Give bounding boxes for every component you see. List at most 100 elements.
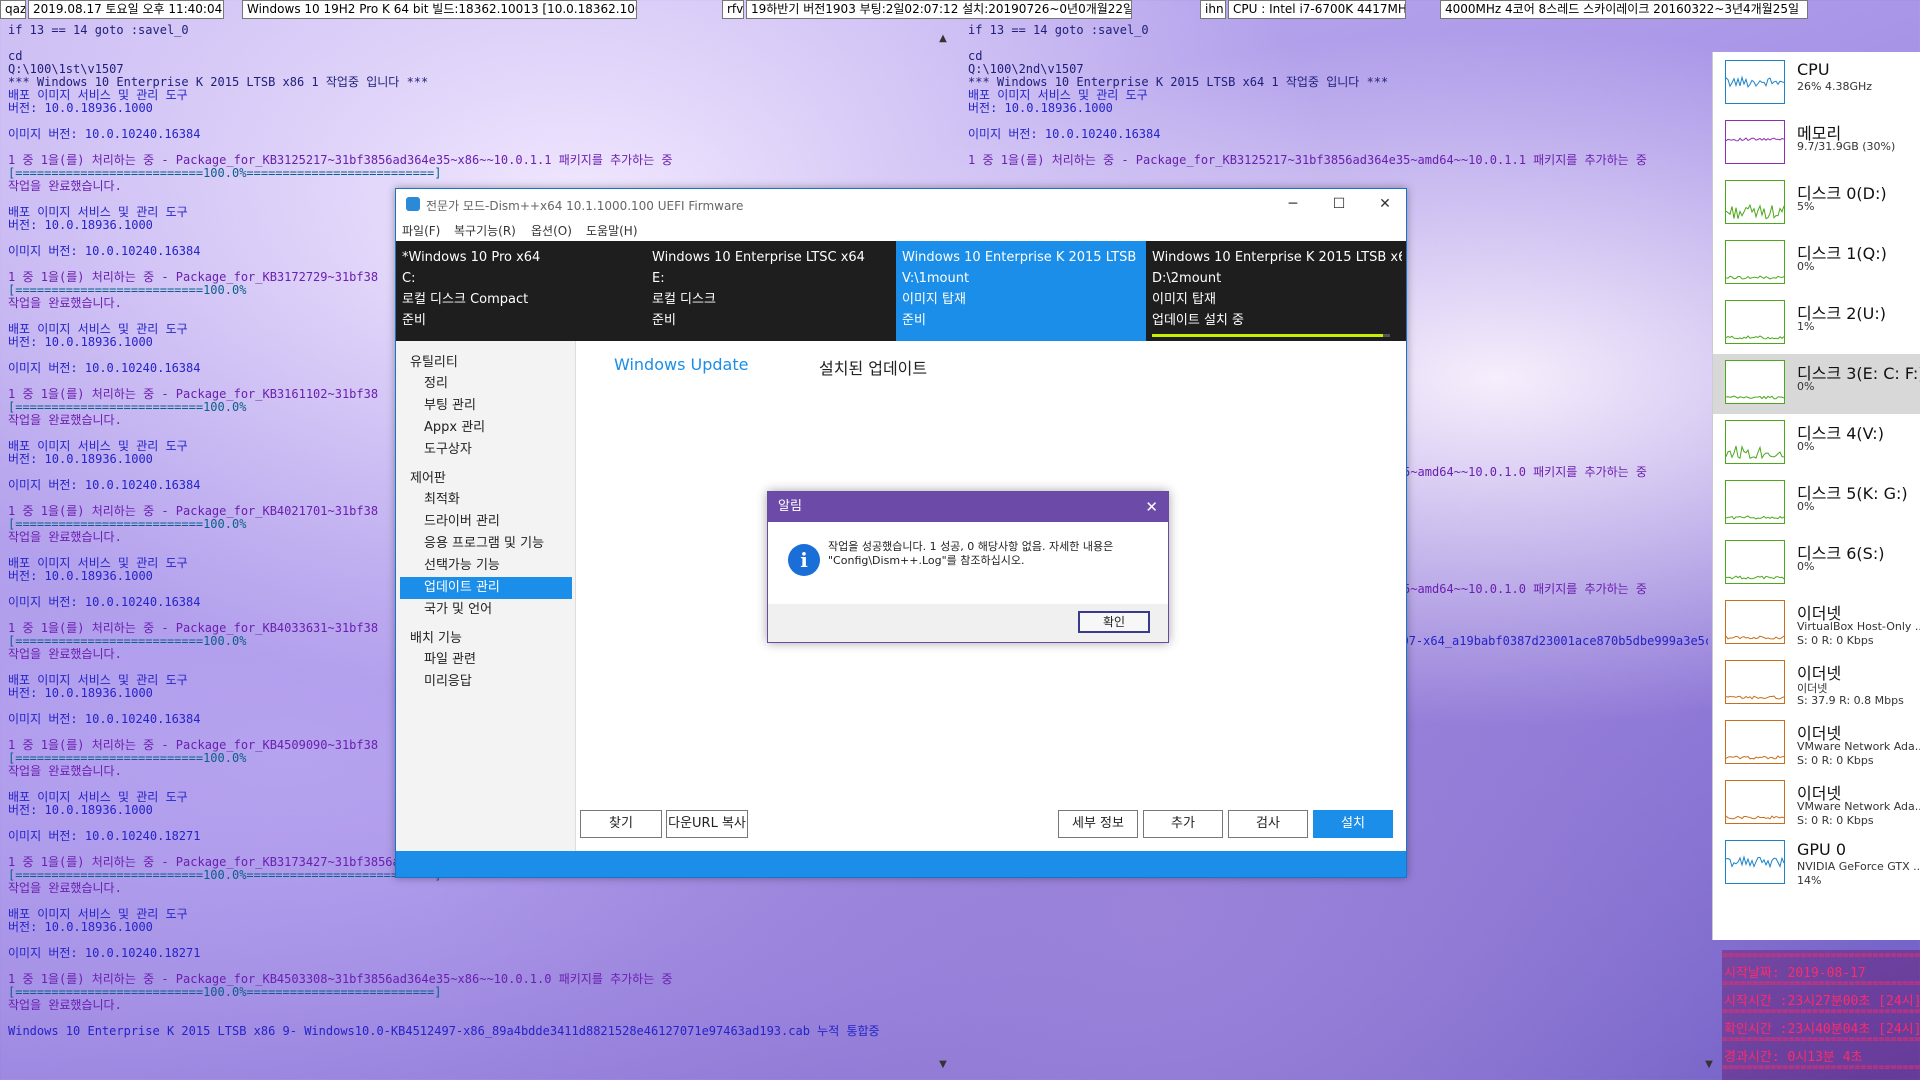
dialog-titlebar[interactable]: 알림 ✕	[768, 492, 1168, 522]
perf-subtitle-2: 14%	[1797, 874, 1822, 887]
console-image-version-line: 이미지 버전: 10.0.10240.18271	[8, 947, 201, 960]
details-button[interactable]: 세부 정보	[1058, 810, 1138, 838]
dialog-title: 알림	[778, 499, 802, 514]
perf-item[interactable]: 이더넷 VMware Network Ada... S: 0 R: 0 Kbps	[1713, 774, 1920, 834]
perf-subtitle: 26% 4.38GHz	[1797, 80, 1873, 93]
perf-subtitle: 1%	[1797, 320, 1815, 333]
perf-sparkline	[1725, 720, 1785, 764]
image-tab-ltsb-x64[interactable]: Windows 10 Enterprise K 2015 LTSB x64 D:…	[1146, 241, 1408, 341]
perf-sparkline-line	[1726, 855, 1784, 869]
perf-sparkline-line	[1726, 137, 1784, 142]
console-path-line: Q:\100\2nd\v1507	[968, 63, 1084, 76]
console-banner-line: *** Windows 10 Enterprise K 2015 LTSB x8…	[8, 76, 429, 89]
perf-item[interactable]: 디스크 6(S:) 0%	[1713, 534, 1920, 594]
image-tab-state: 준비	[902, 313, 926, 328]
dism-window-title: 전문가 모드-Dism++x64 10.1.1000.100 UEFI Firm…	[426, 199, 744, 213]
ok-button[interactable]: 확인	[1078, 611, 1150, 633]
perf-subtitle: VMware Network Ada...	[1797, 740, 1920, 753]
perf-item[interactable]: 디스크 2(U:) 1%	[1713, 294, 1920, 354]
sidebar-group-utilities: 유틸리티	[410, 355, 458, 370]
image-tab-ltsc[interactable]: Windows 10 Enterprise LTSC x64 E: 로컬 디스크…	[646, 241, 896, 341]
minimize-button[interactable]: ─	[1270, 189, 1316, 219]
console-left-scroll-up-icon[interactable]: ▲	[936, 32, 950, 46]
console-done-line: 작업을 완료했습니다.	[8, 882, 122, 895]
perf-item[interactable]: CPU 26% 4.38GHz	[1713, 54, 1920, 114]
scan-button[interactable]: 검사	[1228, 810, 1308, 838]
menu-file[interactable]: 파일(F)	[402, 222, 440, 239]
menu-options[interactable]: 옵션(O)	[531, 222, 572, 239]
perf-item[interactable]: 이더넷 이더넷 S: 37.9 R: 0.8 Mbps	[1713, 654, 1920, 714]
sidebar-item-updates[interactable]: 업데이트 관리	[400, 577, 572, 599]
perf-subtitle: 9.7/31.9GB (30%)	[1797, 140, 1896, 153]
menu-recovery[interactable]: 복구기능(R)	[454, 222, 516, 239]
perf-item[interactable]: 디스크 5(K: G:) 0%	[1713, 474, 1920, 534]
sidebar-item-region-language[interactable]: 국가 및 언어	[400, 599, 572, 621]
console-processing-line: 1 중 1을(를) 처리하는 중 - Package_for_KB3125217…	[968, 154, 1647, 167]
add-button[interactable]: 추가	[1143, 810, 1223, 838]
tab-installed-updates[interactable]: 설치된 업데이트	[819, 355, 927, 379]
image-tab-path: D:\2mount	[1152, 271, 1222, 286]
clock-separator: ========================================…	[1722, 1062, 1920, 1073]
notification-dialog: 알림 ✕ i 작업을 성공했습니다. 1 성공, 0 해당사항 없음. 자세한 …	[767, 491, 1169, 643]
perf-sparkline-line	[1726, 515, 1784, 520]
sidebar-item-boot-manager[interactable]: 부팅 관리	[400, 395, 572, 417]
console-left-scroll-down-icon[interactable]: ▼	[936, 1058, 950, 1072]
image-tab-kind: 이미지 탑재	[902, 292, 966, 307]
perf-subtitle: 0%	[1797, 380, 1815, 393]
console-cd-line: cd	[968, 50, 983, 63]
console-progress-line: [==========================100.0%=======…	[8, 986, 442, 999]
image-tab-name: *Windows 10 Pro x64	[402, 250, 541, 265]
dialog-footer: 확인	[768, 604, 1168, 642]
topbar-label-qaz: qaz	[0, 0, 26, 19]
topbar-label-rfv: rfv	[722, 0, 744, 19]
perf-sparkline	[1725, 60, 1785, 104]
image-tab-path: V:\1mount	[902, 271, 970, 286]
maximize-button[interactable]: ☐	[1316, 189, 1362, 219]
perf-item[interactable]: 디스크 4(V:) 0%	[1713, 414, 1920, 474]
image-tab-kind: 로컬 디스크 Compact	[402, 292, 529, 307]
sidebar-item-optional-features[interactable]: 선택가능 기능	[400, 555, 572, 577]
dism-app-icon	[406, 197, 420, 211]
menu-help[interactable]: 도움말(H)	[586, 222, 638, 239]
image-tab-state: 준비	[402, 313, 426, 328]
perf-item[interactable]: 디스크 3(E: C: F:) 0%	[1713, 354, 1920, 414]
sidebar-item-cleanup[interactable]: 정리	[400, 373, 572, 395]
dism-titlebar[interactable]: 전문가 모드-Dism++x64 10.1.1000.100 UEFI Firm…	[396, 189, 1406, 219]
perf-item[interactable]: GPU 0 NVIDIA GeForce GTX ... 14%	[1713, 834, 1920, 894]
image-tab-ltsb-x86[interactable]: Windows 10 Enterprise K 2015 LTSB x86 V:…	[896, 241, 1146, 341]
sidebar-item-apps-features[interactable]: 응용 프로그램 및 기능	[400, 533, 572, 555]
install-button[interactable]: 설치	[1313, 810, 1393, 838]
perf-item[interactable]: 디스크 1(Q:) 0%	[1713, 234, 1920, 294]
clock-separator: ========================================…	[1722, 978, 1920, 989]
dialog-close-icon[interactable]: ✕	[1145, 492, 1158, 522]
topbar-cpu-details: 4000MHz 4코어 8스레드 스카이레이크 20160322~3년4개월25…	[1440, 0, 1808, 19]
sidebar-item-file-assoc[interactable]: 파일 관련	[400, 649, 572, 671]
tab-windows-update[interactable]: Windows Update	[614, 355, 748, 374]
image-tab-kind: 로컬 디스크	[652, 292, 716, 307]
sidebar-item-answer-file[interactable]: 미리응답	[400, 671, 572, 693]
find-button[interactable]: 찾기	[580, 810, 662, 838]
image-tab-windows10-pro[interactable]: *Windows 10 Pro x64 C: 로컬 디스크 Compact 준비	[396, 241, 646, 341]
topbar-datetime: 2019.08.17 토요일 오후 11:40:04	[28, 0, 224, 19]
perf-sparkline-line	[1726, 695, 1784, 700]
sidebar-item-appx[interactable]: Appx 관리	[400, 417, 572, 439]
perf-item[interactable]: 메모리 9.7/31.9GB (30%)	[1713, 114, 1920, 174]
console-right-scroll-down-icon[interactable]: ▼	[1702, 1058, 1716, 1072]
perf-subtitle: 5%	[1797, 200, 1815, 213]
top-info-bar: qaz 2019.08.17 토요일 오후 11:40:04 Windows 1…	[0, 0, 1920, 20]
console-path-line: Q:\100\1st\v1507	[8, 63, 124, 76]
clock-separator: ========================================…	[1722, 1006, 1920, 1017]
perf-item[interactable]: 이더넷 VMware Network Ada... S: 0 R: 0 Kbps	[1713, 714, 1920, 774]
console-version-line: 버전: 10.0.18936.1000	[968, 102, 1113, 115]
sidebar-item-drivers[interactable]: 드라이버 관리	[400, 511, 572, 533]
sidebar-item-toolbox[interactable]: 도구상자	[400, 439, 572, 461]
perf-title: CPU	[1797, 60, 1830, 79]
close-button[interactable]: ✕	[1362, 189, 1408, 219]
copy-download-url-button[interactable]: 다운URL 복사	[666, 810, 748, 838]
perf-item[interactable]: 이더넷 VirtualBox Host-Only ... S: 0 R: 0 Kbp…	[1713, 594, 1920, 654]
sidebar-item-optimize[interactable]: 최적화	[400, 489, 572, 511]
perf-item[interactable]: 디스크 0(D:) 5%	[1713, 174, 1920, 234]
console-version-line: 버전: 10.0.18936.1000	[8, 921, 153, 934]
perf-subtitle: 0%	[1797, 440, 1815, 453]
perf-sparkline-line	[1726, 755, 1784, 760]
